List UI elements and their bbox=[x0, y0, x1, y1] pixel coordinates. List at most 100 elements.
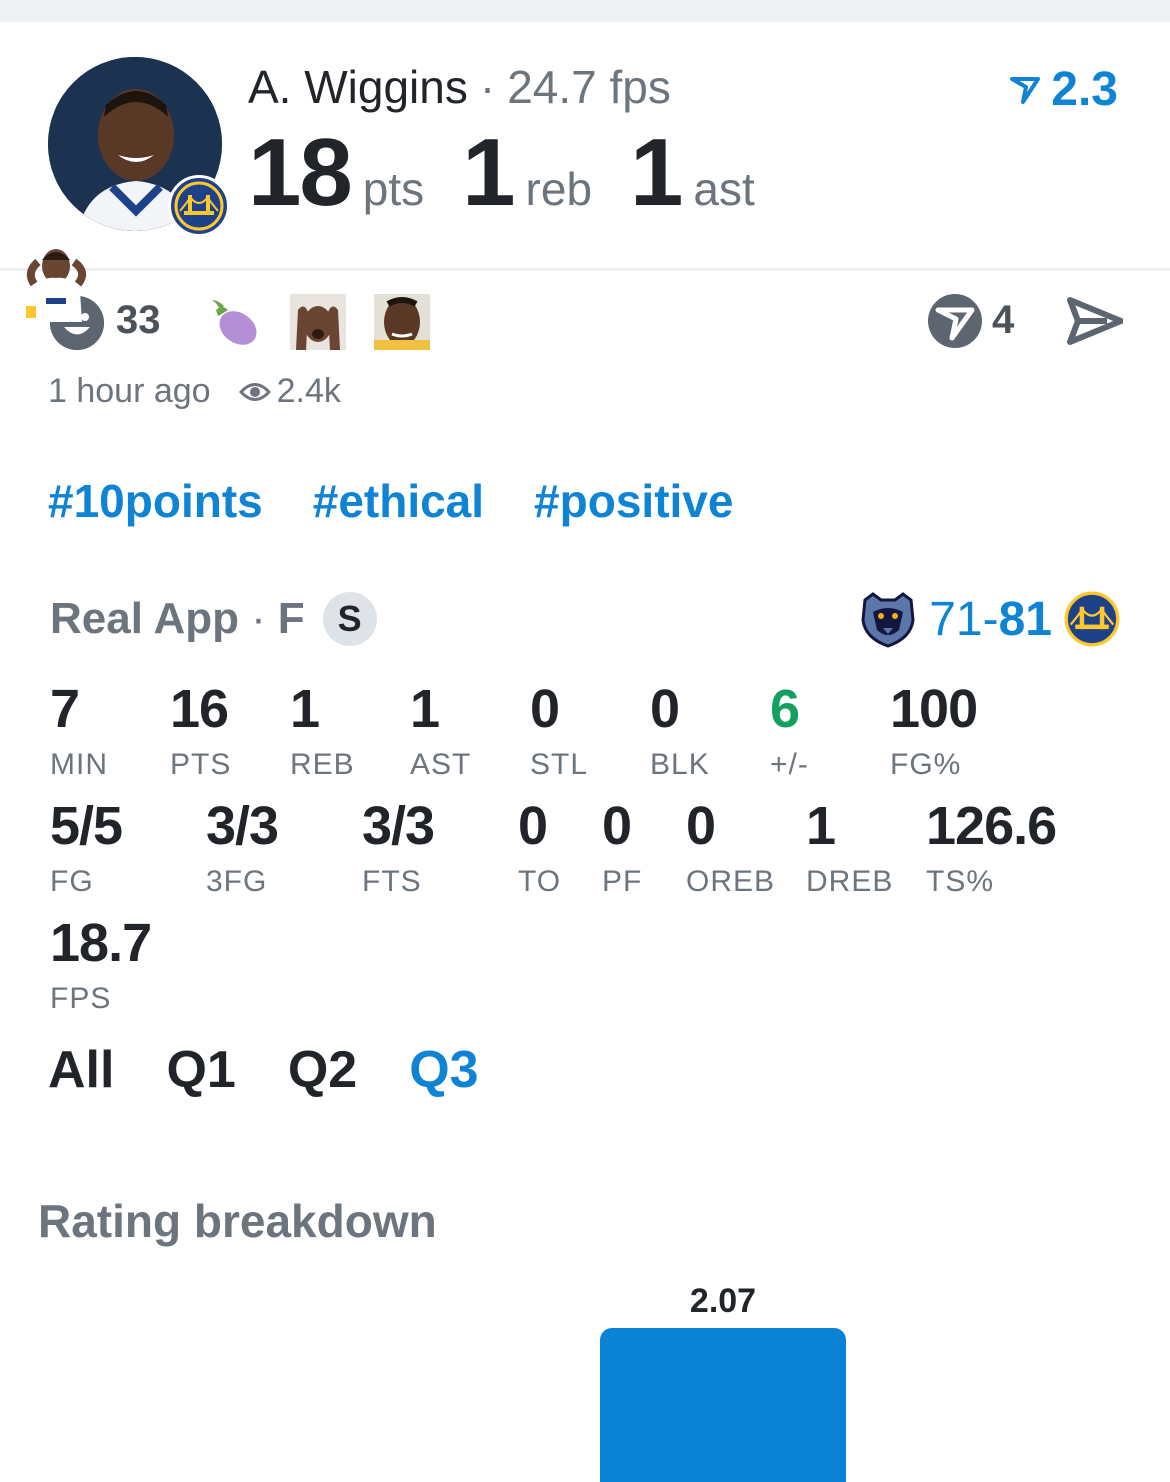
stat-reb: 1 REB bbox=[290, 682, 355, 782]
stat-pts: 16 PTS bbox=[170, 682, 231, 782]
stat-3fg: 3/3 3FG bbox=[206, 796, 279, 899]
player-avatar[interactable] bbox=[48, 57, 230, 237]
source-name: Real App bbox=[50, 594, 240, 643]
stat-label: +/- bbox=[770, 748, 809, 781]
stat-value: 6 bbox=[770, 679, 800, 739]
stat-label: FG bbox=[50, 865, 94, 898]
stat-value: 3/3 bbox=[206, 796, 279, 856]
rating-breakdown-title: Rating breakdown bbox=[38, 1195, 437, 1247]
stat-stl: 0 STL bbox=[530, 682, 588, 782]
pts-label: pts bbox=[362, 163, 425, 215]
stat-oreb: 0 OREB bbox=[686, 799, 775, 899]
stat-pf: 0 PF bbox=[602, 799, 642, 899]
stat-to: 0 TO bbox=[518, 799, 561, 899]
post-meta: 1 hour ago 2.4k bbox=[48, 372, 341, 411]
stat-min: 7 MIN bbox=[50, 682, 108, 782]
stat-value: 0 bbox=[602, 796, 632, 856]
score-dash: - bbox=[982, 592, 999, 646]
eggplant-reaction-icon[interactable] bbox=[206, 294, 262, 350]
top-bar bbox=[0, 0, 1170, 22]
rating-value: 2.3 bbox=[1051, 63, 1118, 116]
stat-fts: 3/3 FTS bbox=[362, 796, 435, 899]
crying-face-reaction-icon[interactable] bbox=[290, 294, 346, 350]
player-fps: 24.7 fps bbox=[507, 61, 671, 113]
score-text: 71-81 bbox=[929, 592, 1052, 647]
player-name[interactable]: A. Wiggins bbox=[248, 61, 468, 113]
hashtag-list: #10points #ethical #positive bbox=[48, 474, 733, 528]
stat-value: 16 bbox=[170, 679, 229, 739]
rating-flag-icon bbox=[1010, 76, 1041, 104]
reb-label: reb bbox=[525, 163, 593, 215]
stat-label: PF bbox=[602, 865, 643, 898]
stat-label: BLK bbox=[650, 748, 710, 781]
rating-bar[interactable] bbox=[600, 1328, 846, 1482]
stat-fg-pct: 100 FG% bbox=[890, 679, 978, 782]
game-source: Real App · F S bbox=[50, 592, 377, 646]
stat-value: 0 bbox=[686, 796, 716, 856]
reaction-sticker-icon bbox=[22, 242, 104, 324]
stat-label: TO bbox=[518, 865, 562, 898]
stat-ts-pct: 126.6 TS% bbox=[926, 796, 1057, 899]
stat-label: STL bbox=[530, 748, 589, 781]
tab-q3[interactable]: Q3 bbox=[409, 1040, 478, 1100]
stat-value: 1 bbox=[290, 679, 320, 739]
pts-value: 18 bbox=[248, 119, 353, 226]
stat-value: 3/3 bbox=[362, 796, 435, 856]
ast-label: ast bbox=[693, 163, 755, 215]
stat-value: 0 bbox=[530, 679, 560, 739]
stat-plus-minus: 6 +/- bbox=[770, 682, 809, 782]
ast-value: 1 bbox=[630, 119, 683, 226]
view-count: 2.4k bbox=[276, 372, 341, 410]
name-separator: · bbox=[479, 61, 496, 113]
stat-value: 5/5 bbox=[50, 796, 123, 856]
quarter-tabs: All Q1 Q2 Q3 bbox=[48, 1040, 479, 1100]
stat-label: OREB bbox=[686, 865, 776, 898]
meme-face-reaction-icon[interactable] bbox=[374, 294, 430, 350]
comment-count: 4 bbox=[992, 298, 1015, 342]
stat-label: TS% bbox=[926, 865, 995, 898]
stat-label: AST bbox=[410, 748, 472, 781]
game-score[interactable]: 71-81 bbox=[859, 590, 1120, 648]
share-send-icon[interactable] bbox=[1067, 296, 1124, 346]
stat-value: 0 bbox=[650, 679, 680, 739]
stat-label: FG% bbox=[890, 748, 962, 781]
stat-value: 126.6 bbox=[926, 796, 1057, 856]
stat-label: MIN bbox=[50, 748, 108, 781]
stat-value: 1 bbox=[806, 796, 836, 856]
hashtag-link[interactable]: #10points bbox=[48, 474, 263, 528]
warriors-logo-icon bbox=[1064, 591, 1120, 647]
player-position: F bbox=[277, 594, 305, 643]
post-time: 1 hour ago bbox=[48, 372, 211, 410]
tab-all[interactable]: All bbox=[48, 1040, 114, 1100]
rating-breakdown-chart: 2.07 bbox=[0, 1270, 1170, 1482]
stat-value: 7 bbox=[50, 679, 80, 739]
grizzlies-logo-icon bbox=[861, 592, 915, 648]
stat-value: 100 bbox=[890, 679, 978, 739]
comment-icon[interactable] bbox=[927, 293, 983, 349]
tab-q2[interactable]: Q2 bbox=[288, 1040, 357, 1100]
stat-label: FPS bbox=[50, 982, 112, 1015]
reaction-row: 33 4 bbox=[22, 240, 1132, 360]
away-score: 71 bbox=[929, 592, 983, 646]
headline-statline: 18 pts 1 reb 1 ast bbox=[248, 118, 793, 228]
hashtag-link[interactable]: #positive bbox=[534, 474, 733, 528]
stat-blk: 0 BLK bbox=[650, 682, 710, 782]
starter-badge: S bbox=[322, 592, 377, 646]
stat-value: 1 bbox=[410, 679, 440, 739]
eye-icon bbox=[238, 382, 271, 401]
stat-value: 0 bbox=[518, 796, 548, 856]
stat-value: 18.7 bbox=[50, 913, 152, 973]
home-score: 81 bbox=[998, 592, 1052, 646]
stat-label: PTS bbox=[170, 748, 232, 781]
reaction-count: 33 bbox=[116, 298, 161, 342]
stat-ast: 1 AST bbox=[410, 682, 471, 782]
stat-label: DREB bbox=[806, 865, 894, 898]
hashtag-link[interactable]: #ethical bbox=[313, 474, 484, 528]
stat-fps: 18.7 FPS bbox=[50, 913, 152, 1016]
bar-value-label: 2.07 bbox=[689, 1282, 757, 1320]
stat-label: REB bbox=[290, 748, 355, 781]
warriors-logo-icon bbox=[168, 175, 230, 237]
rating-badge[interactable]: 2.3 bbox=[1009, 62, 1118, 117]
tab-q1[interactable]: Q1 bbox=[166, 1040, 235, 1100]
player-name-line: A. Wiggins · 24.7 fps bbox=[248, 60, 671, 114]
